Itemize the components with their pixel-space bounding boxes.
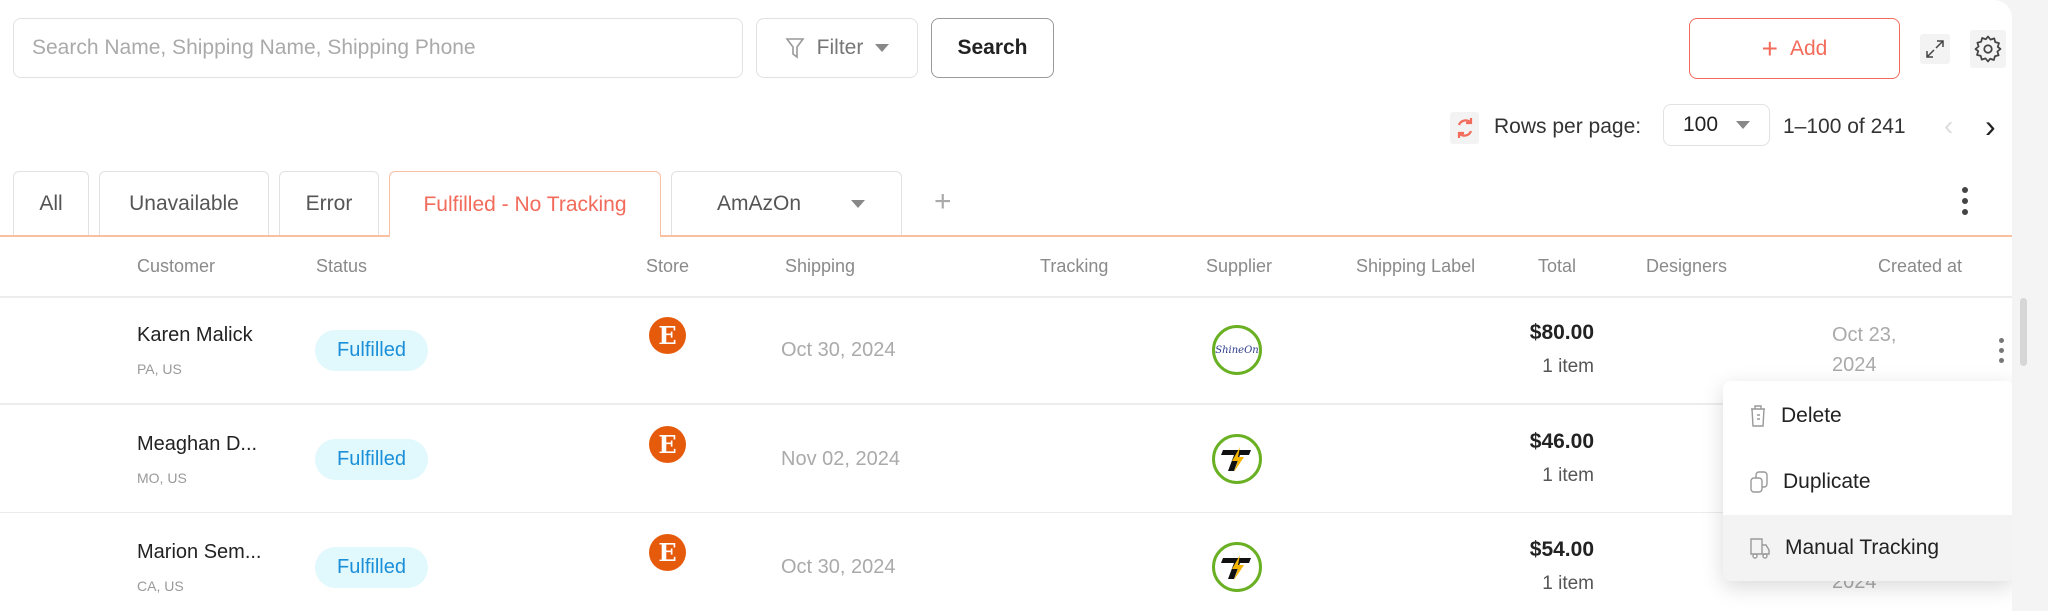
table-row[interactable]: Meaghan D... MO, US Fulfilled E Nov 02, … [0,405,2012,513]
col-shipping-label: Shipping Label [1356,256,1476,276]
created-at-line1: Oct 23, [1832,324,1897,346]
etsy-store-icon: E [649,317,686,354]
order-total: $54.00 [1529,538,1594,561]
menu-item-label: Delete [1781,404,1842,427]
add-label: Add [1789,36,1828,60]
tab-fulfilled-no-tracking[interactable]: Fulfilled - No Tracking [389,171,661,237]
rows-per-page-label: Rows per page: [1494,115,1642,138]
tab-amazon-label: AmAzOn [717,192,802,215]
col-customer: Customer [137,256,216,276]
tab-amazon[interactable]: AmAzOn [671,171,902,236]
shipping-date: Oct 30, 2024 [781,556,896,578]
filter-button[interactable]: Filter [756,18,918,78]
col-supplier: Supplier [1206,256,1273,276]
filter-icon [785,38,805,59]
search-input[interactable] [13,18,743,78]
add-tab-button[interactable]: + [934,185,952,219]
tab-all[interactable]: All [13,171,89,236]
expand-icon[interactable] [1920,34,1950,64]
chevron-down-icon [851,200,865,208]
order-total: $46.00 [1529,429,1594,453]
row-actions-menu: Delete Duplicate Manual Tracking [1723,381,2012,581]
shipping-date: Nov 02, 2024 [781,447,900,470]
table-row[interactable]: Karen Malick PA, US Fulfilled E Oct 30, … [0,296,2012,405]
customer-location: CA, US [137,578,184,594]
pagination-range: 1–100 of 241 [1783,115,1906,138]
customer-location: PA, US [137,361,182,377]
table-row[interactable]: Marion Sem... CA, US Fulfilled E Oct 30,… [0,513,2012,611]
chevron-down-icon [1736,121,1751,129]
customer-name: Karen Malick [137,324,253,346]
menu-item-duplicate[interactable]: Duplicate [1723,449,2012,515]
row-more-icon[interactable] [1999,338,2004,363]
col-designers: Designers [1646,256,1728,276]
customer-location: MO, US [137,469,187,486]
col-store: Store [646,256,690,276]
col-shipping: Shipping [785,256,856,276]
status-badge: Fulfilled [315,547,428,588]
status-badge: Fulfilled [315,330,428,371]
menu-item-label: Manual Tracking [1785,536,1940,559]
col-created-at: Created at [1878,256,1963,276]
status-badge: Fulfilled [315,438,428,480]
filter-label: Filter [816,36,864,59]
created-at-line2: 2024 [1832,354,1877,376]
gear-icon[interactable] [1970,30,2006,68]
etsy-store-icon: E [649,425,686,463]
search-button[interactable]: Search [931,18,1054,78]
scrollbar-thumb[interactable] [2020,298,2027,366]
supplier-avatar [1212,542,1262,592]
etsy-store-icon: E [649,534,686,571]
customer-name: Meaghan D... [137,432,258,455]
supplier-avatar [1212,433,1262,484]
customer-name: Marion Sem... [137,541,262,563]
add-button[interactable]: + Add [1689,18,1900,79]
col-status: Status [316,256,368,276]
rows-per-page-value: 100 [1682,113,1719,136]
item-count: 1 item [1542,573,1594,594]
shipping-date: Oct 30, 2024 [781,339,896,361]
prev-page-button[interactable]: ‹ [1944,110,1953,142]
refresh-icon[interactable] [1450,112,1479,144]
tab-error[interactable]: Error [279,171,379,236]
supplier-avatar: ShineOn [1212,325,1262,375]
truck-icon [1750,538,1770,559]
supplier-logo-shineon: ShineOn [1215,344,1259,356]
tabs-more-icon[interactable] [1962,187,1968,215]
plus-icon: + [1761,32,1778,64]
next-page-button[interactable]: › [1985,108,1996,145]
orders-page: Filter Search + Add Rows per page: 100 1… [0,0,2012,611]
supplier-logo-t [1221,555,1251,580]
tab-unavailable[interactable]: Unavailable [99,171,269,236]
rows-per-page-select[interactable]: 100 [1663,104,1770,146]
item-count: 1 item [1542,464,1594,486]
col-total: Total [1538,256,1577,276]
chevron-down-icon [875,44,890,52]
copy-icon [1750,471,1768,493]
tabs-divider [0,235,2012,237]
order-total: $80.00 [1529,321,1594,344]
col-tracking: Tracking [1040,256,1109,276]
trash-icon [1751,405,1765,427]
menu-item-delete[interactable]: Delete [1723,383,2012,449]
supplier-logo-t [1221,446,1251,472]
menu-item-manual-tracking[interactable]: Manual Tracking [1723,515,2012,581]
item-count: 1 item [1542,356,1594,377]
menu-item-label: Duplicate [1783,470,1871,493]
